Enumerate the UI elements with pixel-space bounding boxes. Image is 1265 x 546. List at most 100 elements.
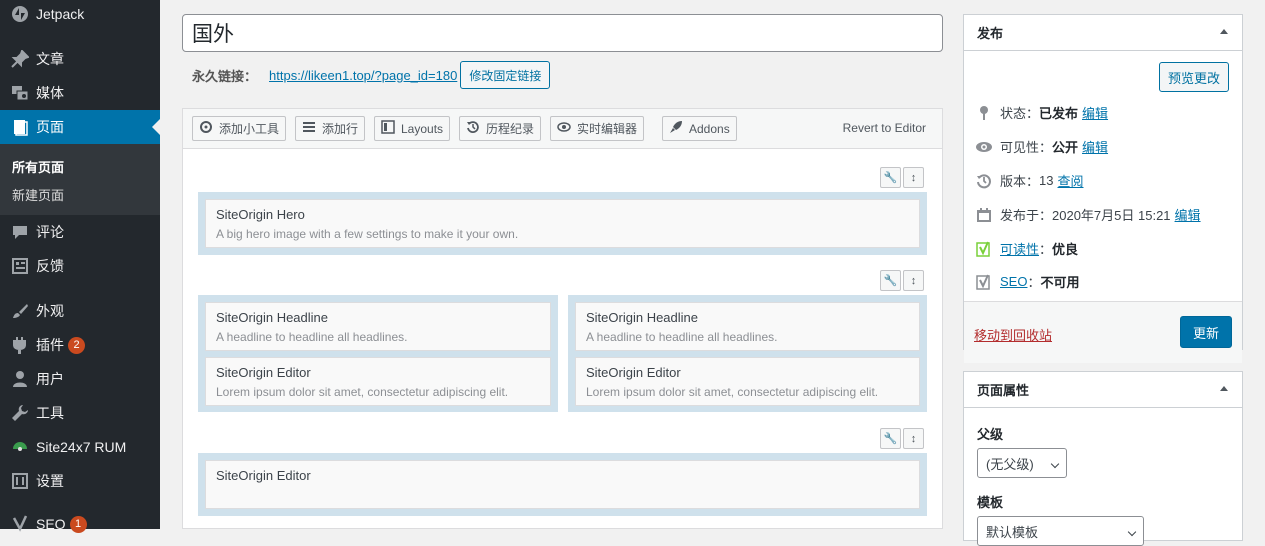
menu-item-media[interactable]: 媒体 (0, 76, 160, 110)
menu-item-feedback[interactable]: 反馈 (0, 249, 160, 283)
widget-editor[interactable]: SiteOrigin Editor (205, 460, 920, 509)
browse-revisions-link[interactable]: 查阅 (1057, 171, 1083, 190)
seo-separator: ： (1027, 275, 1041, 290)
page-attributes-title: 页面属性 (977, 383, 1030, 398)
widget-title: SiteOrigin Editor (216, 468, 311, 483)
widget-headline[interactable]: SiteOrigin Headline A headline to headli… (205, 302, 551, 351)
row-3-tools: 🔧 ↕ (880, 428, 924, 449)
preview-changes-button[interactable]: 预览更改 (1159, 62, 1230, 92)
readability-link[interactable]: 可读性 (1000, 239, 1039, 258)
menu-item-site24x7[interactable]: Site24x7 RUM (0, 430, 160, 464)
add-row-button[interactable]: 添加行 (295, 116, 366, 141)
menu-label: 用户 (36, 371, 64, 387)
seo-link[interactable]: SEO (1000, 274, 1027, 289)
menu-item-appearance[interactable]: 外观 (0, 294, 160, 328)
move-icon[interactable]: ↕ (903, 428, 924, 449)
comment-icon (10, 222, 30, 242)
widget-desc: A big hero image with a few settings to … (216, 227, 519, 241)
history-button[interactable]: 历程纪录 (459, 116, 542, 141)
admin-sidebar: Jetpack 文章 媒体 页面 所有页面 新建页面 评论 反馈 外观 插件 2… (0, 0, 160, 533)
row-3-cell: SiteOrigin Editor (198, 453, 927, 516)
widget-desc: A headline to headline all headlines. (586, 330, 778, 344)
feedback-icon (10, 256, 30, 276)
seo-notification-badge: 1 (69, 515, 87, 533)
menu-item-jetpack[interactable]: Jetpack (0, 0, 160, 31)
live-editor-button[interactable]: 实时编辑器 (550, 116, 645, 141)
widget-desc: Lorem ipsum dolor sit amet, consectetur … (586, 385, 879, 399)
menu-label: 媒体 (36, 85, 64, 101)
pages-submenu: 所有页面 新建页面 (0, 144, 160, 215)
edit-visibility-link[interactable]: 编辑 (1082, 137, 1108, 156)
template-select[interactable]: 默认模板 (977, 516, 1144, 546)
revert-to-editor-link[interactable]: Revert to Editor (843, 121, 926, 135)
readability-value: 优良 (1052, 242, 1079, 257)
menu-item-settings[interactable]: 设置 (0, 464, 160, 498)
collapse-arrow-icon[interactable] (1220, 386, 1228, 391)
menu-icon (302, 121, 316, 136)
addons-button[interactable]: Addons (662, 116, 737, 141)
menu-item-comments[interactable]: 评论 (0, 215, 160, 249)
edit-date-link[interactable]: 编辑 (1175, 205, 1201, 224)
media-icon (10, 83, 30, 103)
seo-check-icon (974, 274, 994, 290)
row-1-cell: SiteOrigin Hero A big hero image with a … (198, 192, 927, 255)
move-icon[interactable]: ↕ (903, 270, 924, 291)
history-icon (466, 120, 480, 137)
wrench-icon[interactable]: 🔧 (880, 167, 901, 188)
widget-title: SiteOrigin Editor (216, 365, 311, 380)
wrench-icon[interactable]: 🔧 (880, 270, 901, 291)
pin-icon (10, 49, 30, 69)
publish-box: 发布 预览更改 状态： 已发布 编辑 可见性： 公开 编辑 版本： 13 查阅 … (963, 14, 1243, 363)
layouts-button[interactable]: Layouts (374, 116, 451, 141)
widget-editor[interactable]: SiteOrigin Editor Lorem ipsum dolor sit … (575, 357, 920, 406)
calendar-icon (974, 207, 994, 223)
menu-label: 文章 (36, 51, 64, 67)
menu-label: 外观 (36, 303, 64, 319)
parent-select[interactable]: (无父级) (977, 448, 1067, 478)
permalink-url-link[interactable]: https://likeen1.top/?page_id=180 (269, 68, 457, 83)
menu-label: Site24x7 RUM (36, 439, 127, 455)
page-attributes-header[interactable]: 页面属性 (964, 372, 1242, 408)
menu-label: SEO (36, 516, 66, 532)
widget-headline[interactable]: SiteOrigin Headline A headline to headli… (575, 302, 920, 351)
page-icon (10, 117, 30, 137)
published-date: 2020年7月5日 15:21 (1052, 208, 1171, 223)
visibility-label: 可见性： (1000, 140, 1053, 155)
jetpack-icon (10, 4, 30, 24)
plugins-update-badge: 2 (68, 336, 85, 354)
submenu-add-page[interactable]: 新建页面 (12, 185, 64, 204)
menu-item-users[interactable]: 用户 (0, 362, 160, 396)
menu-label: 工具 (36, 405, 64, 421)
menu-item-tools[interactable]: 工具 (0, 396, 160, 430)
history-icon (974, 173, 994, 189)
eye-icon (974, 141, 994, 153)
menu-label: 评论 (36, 224, 64, 240)
chevron-down-icon (1127, 527, 1137, 537)
publish-box-header[interactable]: 发布 (964, 15, 1242, 51)
update-button[interactable]: 更新 (1180, 316, 1232, 348)
menu-item-pages[interactable]: 页面 (0, 110, 160, 144)
edit-permalink-button[interactable]: 修改固定链接 (460, 61, 551, 89)
parent-label: 父级 (977, 427, 1004, 442)
edit-status-link[interactable]: 编辑 (1082, 103, 1108, 122)
template-select-value: 默认模板 (986, 524, 1039, 540)
menu-item-posts[interactable]: 文章 (0, 42, 160, 76)
builder-toolbar: 添加小工具 添加行 Layouts 历程纪录 实时编辑器 Addons Reve… (183, 109, 942, 149)
move-icon[interactable]: ↕ (903, 167, 924, 188)
widget-hero[interactable]: SiteOrigin Hero A big hero image with a … (205, 199, 920, 248)
publish-actions: 移动到回收站 更新 (964, 301, 1242, 363)
wrench-icon[interactable]: 🔧 (880, 428, 901, 449)
status-row: 状态： 已发布 编辑 (974, 103, 1108, 122)
menu-item-plugins[interactable]: 插件 2 (0, 328, 160, 362)
widget-editor[interactable]: SiteOrigin Editor Lorem ipsum dolor sit … (205, 357, 551, 406)
collapse-arrow-icon[interactable] (1220, 29, 1228, 34)
submenu-all-pages[interactable]: 所有页面 (12, 157, 64, 176)
post-title-input[interactable] (182, 14, 943, 52)
widget-title: SiteOrigin Headline (216, 310, 329, 325)
add-widget-label: 添加小工具 (219, 122, 280, 136)
menu-item-seo[interactable]: SEO 1 (0, 507, 160, 541)
add-widget-button[interactable]: 添加小工具 (192, 116, 287, 141)
page-builder: 添加小工具 添加行 Layouts 历程纪录 实时编辑器 Addons Reve… (182, 108, 943, 529)
row-2-cell-left: SiteOrigin Headline A headline to headli… (198, 295, 558, 412)
move-to-trash-link[interactable]: 移动到回收站 (974, 325, 1052, 344)
